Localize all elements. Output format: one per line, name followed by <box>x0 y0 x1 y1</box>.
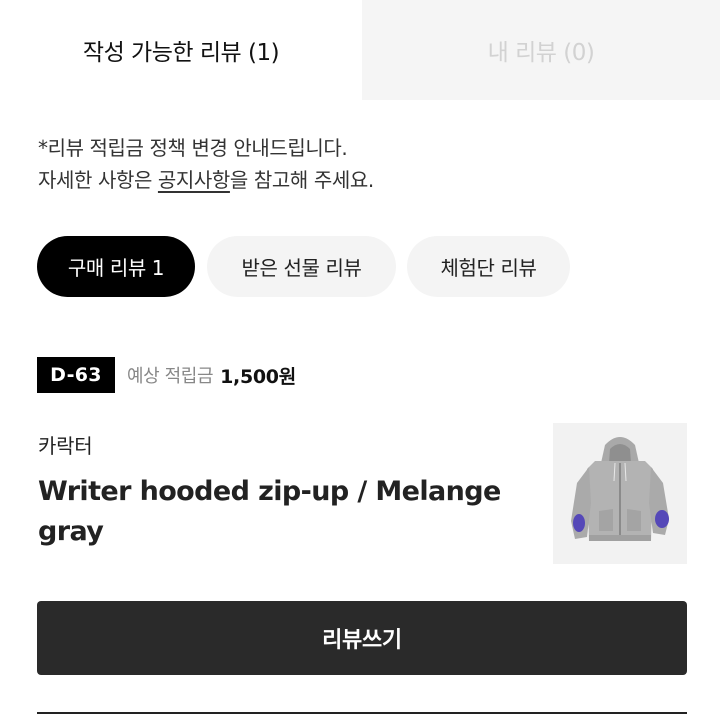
notice-suffix: 을 참고해 주세요. <box>229 168 374 192</box>
review-tabs: 작성 가능한 리뷰 (1) 내 리뷰 (0) <box>0 0 720 100</box>
dday-badge: D-63 <box>37 357 115 393</box>
product-thumbnail[interactable] <box>553 423 687 564</box>
notice-prefix: 자세한 사항은 <box>38 168 158 192</box>
gray-hoodie-image <box>553 423 687 564</box>
chip-gift-review[interactable]: 받은 선물 리뷰 <box>207 236 396 297</box>
chip-trial-review[interactable]: 체험단 리뷰 <box>407 236 570 297</box>
tab-my-reviews[interactable]: 내 리뷰 (0) <box>362 0 720 100</box>
product-name[interactable]: Writer hooded zip-up / Melange gray <box>38 472 518 552</box>
product-brand: 카락터 <box>38 434 93 458</box>
policy-notice: *리뷰 적립금 정책 변경 안내드립니다. 자세한 사항은 공지사항을 참고해 … <box>38 132 374 196</box>
notice-line-1: *리뷰 적립금 정책 변경 안내드립니다. <box>38 136 348 160</box>
tab-writable-reviews[interactable]: 작성 가능한 리뷰 (1) <box>0 0 362 100</box>
reward-row: D-63 예상 적립금 1,500원 <box>37 357 296 393</box>
reward-label: 예상 적립금 <box>127 366 214 387</box>
chip-purchase-review[interactable]: 구매 리뷰 1 <box>37 236 195 297</box>
write-review-button[interactable]: 리뷰쓰기 <box>37 601 687 675</box>
section-divider <box>37 712 687 714</box>
notice-link[interactable]: 공지사항 <box>158 168 230 192</box>
reward-amount: 1,500원 <box>220 365 296 388</box>
notice-line-2: 자세한 사항은 공지사항을 참고해 주세요. <box>38 164 374 196</box>
